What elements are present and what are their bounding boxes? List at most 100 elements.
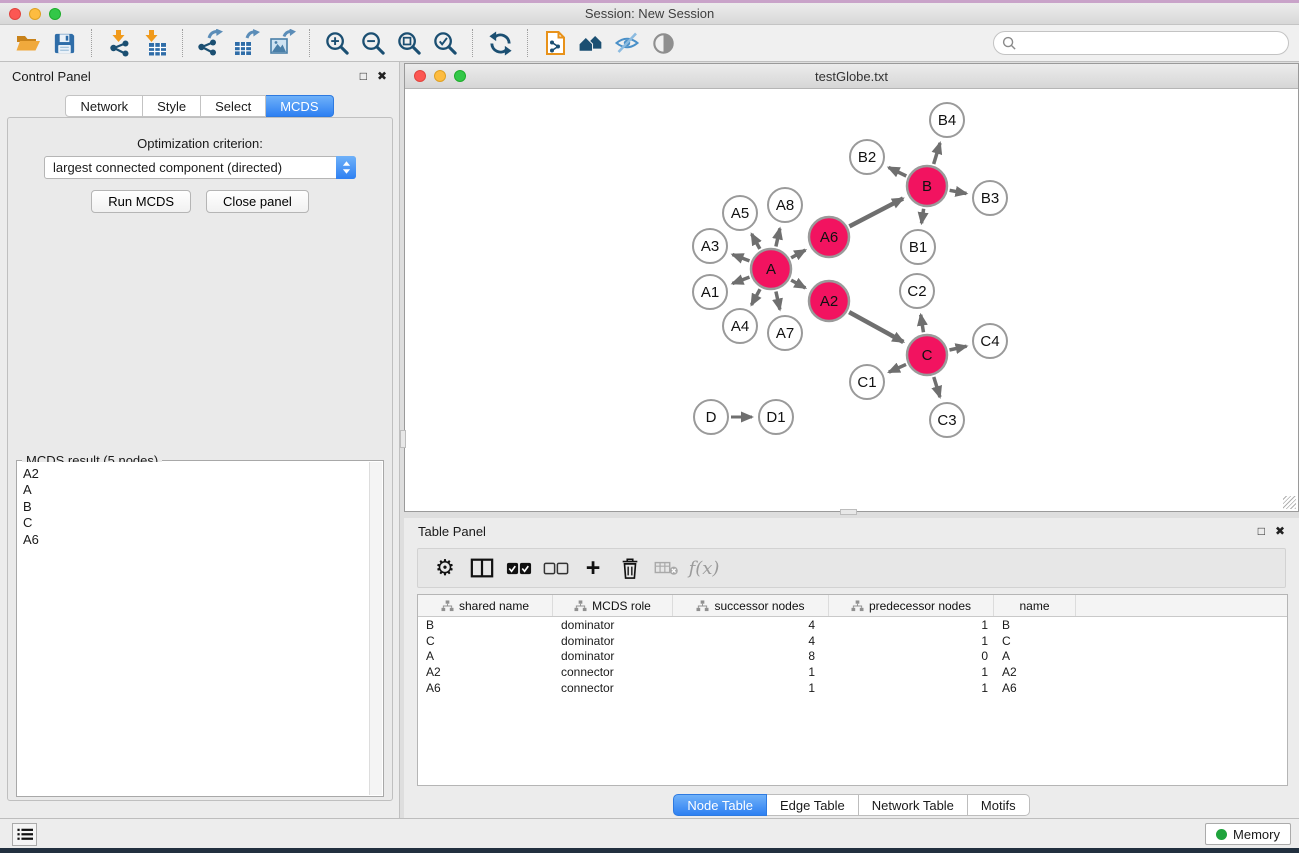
table-cell[interactable]: 1 <box>829 665 994 679</box>
home-networks-button[interactable] <box>573 27 609 59</box>
network-canvas[interactable]: B4B2BB3A5A8A6B1A3AA1C2A2A4A7C4CC1C3DD1 <box>405 89 1298 511</box>
mcds-result-item[interactable]: A <box>23 482 369 498</box>
tab-select[interactable]: Select <box>201 95 266 117</box>
mcds-list-scrollbar[interactable] <box>369 462 382 795</box>
table-cell[interactable]: 0 <box>829 649 994 663</box>
table-row[interactable]: Cdominator41C <box>418 633 1287 649</box>
zoom-in-button[interactable] <box>319 27 355 59</box>
table-cell[interactable]: A6 <box>994 681 1076 695</box>
table-settings-button[interactable]: ⚙ <box>430 553 460 583</box>
table-cell[interactable]: A <box>994 649 1076 663</box>
graph-edge-C-C1[interactable] <box>889 364 906 372</box>
close-table-panel-icon[interactable]: ✖ <box>1275 524 1285 538</box>
tab-network-table[interactable]: Network Table <box>859 794 968 816</box>
export-image-button[interactable] <box>264 27 300 59</box>
table-cell[interactable]: 8 <box>673 649 829 663</box>
table-row[interactable]: A6connector11A6 <box>418 680 1287 696</box>
splitter-handle-vertical[interactable] <box>400 430 406 448</box>
save-session-button[interactable] <box>46 27 82 59</box>
table-cell[interactable]: C <box>418 634 553 648</box>
hide-panels-button[interactable] <box>609 27 645 59</box>
graph-edge-A-A5[interactable] <box>752 234 760 249</box>
graph-edge-B-B2[interactable] <box>889 167 907 176</box>
mcds-result-item[interactable]: A2 <box>23 466 369 482</box>
mcds-result-item[interactable]: C <box>23 515 369 531</box>
table-cell[interactable]: 1 <box>829 681 994 695</box>
table-cell[interactable]: dominator <box>553 634 673 648</box>
table-cell[interactable]: A2 <box>994 665 1076 679</box>
table-cell[interactable]: B <box>994 618 1076 632</box>
table-cell[interactable]: connector <box>553 681 673 695</box>
export-table-button[interactable] <box>228 27 264 59</box>
graph-edge-A2-C[interactable] <box>849 312 903 342</box>
delete-column-button[interactable] <box>615 553 645 583</box>
import-network-button[interactable] <box>101 27 137 59</box>
graph-edge-A-A6[interactable] <box>791 250 805 258</box>
graph-edge-C-C4[interactable] <box>949 346 966 350</box>
table-cell[interactable]: A <box>418 649 553 663</box>
table-cell[interactable]: 1 <box>673 665 829 679</box>
apply-layout-button[interactable] <box>482 27 518 59</box>
delete-table-button[interactable] <box>652 553 682 583</box>
function-builder-button[interactable]: f(x) <box>689 553 719 583</box>
close-panel-icon[interactable]: ✖ <box>377 69 387 83</box>
select-all-columns-button[interactable] <box>504 553 534 583</box>
memory-button[interactable]: Memory <box>1205 823 1291 845</box>
session-file-button[interactable] <box>537 27 573 59</box>
tab-network[interactable]: Network <box>65 95 143 117</box>
mcds-result-item[interactable]: A6 <box>23 532 369 548</box>
table-cell[interactable]: 4 <box>673 634 829 648</box>
table-cell[interactable]: connector <box>553 665 673 679</box>
column-header-shared-name[interactable]: shared name <box>418 595 553 616</box>
zoom-fit-button[interactable] <box>391 27 427 59</box>
table-cell[interactable]: dominator <box>553 649 673 663</box>
table-cell[interactable]: 1 <box>829 634 994 648</box>
table-cell[interactable]: 4 <box>673 618 829 632</box>
graph-edge-A-A7[interactable] <box>776 291 780 309</box>
table-cell[interactable]: B <box>418 618 553 632</box>
export-network-button[interactable] <box>192 27 228 59</box>
graph-edge-B-B3[interactable] <box>950 190 967 193</box>
column-header-successor-nodes[interactable]: successor nodes <box>673 595 829 616</box>
table-cell[interactable]: A6 <box>418 681 553 695</box>
table-cell[interactable]: dominator <box>553 618 673 632</box>
optimization-criterion-dropdown[interactable]: largest connected component (directed) <box>44 156 356 179</box>
column-header-mcds-role[interactable]: MCDS role <box>553 595 673 616</box>
column-header-predecessor-nodes[interactable]: predecessor nodes <box>829 595 994 616</box>
tab-edge-table[interactable]: Edge Table <box>767 794 859 816</box>
graph-edge-A-A3[interactable] <box>732 254 749 260</box>
graph-edge-A-A1[interactable] <box>732 277 749 283</box>
table-row[interactable]: Adominator80A <box>418 649 1287 665</box>
show-task-history-button[interactable] <box>12 823 37 846</box>
graph-edge-A-A8[interactable] <box>776 228 780 246</box>
show-columns-button[interactable] <box>467 553 497 583</box>
tab-style[interactable]: Style <box>143 95 201 117</box>
graph-edge-C-C3[interactable] <box>934 377 940 397</box>
tab-node-table[interactable]: Node Table <box>673 794 767 816</box>
mcds-result-item[interactable]: B <box>23 499 369 515</box>
resize-grip[interactable] <box>1283 496 1296 509</box>
import-table-button[interactable] <box>137 27 173 59</box>
table-cell[interactable]: 1 <box>673 681 829 695</box>
zoom-out-button[interactable] <box>355 27 391 59</box>
graph-edge-B-B4[interactable] <box>934 143 940 164</box>
splitter-handle-horizontal[interactable] <box>840 509 857 515</box>
graph-edge-A6-B[interactable] <box>849 198 903 226</box>
float-table-panel-icon[interactable]: □ <box>1258 524 1265 538</box>
search-input[interactable] <box>993 31 1289 55</box>
tab-motifs[interactable]: Motifs <box>968 794 1030 816</box>
tab-mcds[interactable]: MCDS <box>266 95 333 117</box>
show-graphics-details-button[interactable] <box>645 27 681 59</box>
column-header-name[interactable]: name <box>994 595 1076 616</box>
zoom-selected-button[interactable] <box>427 27 463 59</box>
graph-edge-A-A2[interactable] <box>791 280 805 288</box>
graph-edge-C-C2[interactable] <box>921 315 924 333</box>
table-row[interactable]: Bdominator41B <box>418 617 1287 633</box>
table-cell[interactable]: C <box>994 634 1076 648</box>
network-graph[interactable]: B4B2BB3A5A8A6B1A3AA1C2A2A4A7C4CC1C3DD1 <box>405 89 1298 511</box>
run-mcds-button[interactable]: Run MCDS <box>91 190 191 213</box>
graph-edge-B-B1[interactable] <box>922 209 924 224</box>
table-row[interactable]: A2connector11A2 <box>418 664 1287 680</box>
graph-edge-A-A4[interactable] <box>751 289 760 305</box>
close-panel-button[interactable]: Close panel <box>206 190 309 213</box>
